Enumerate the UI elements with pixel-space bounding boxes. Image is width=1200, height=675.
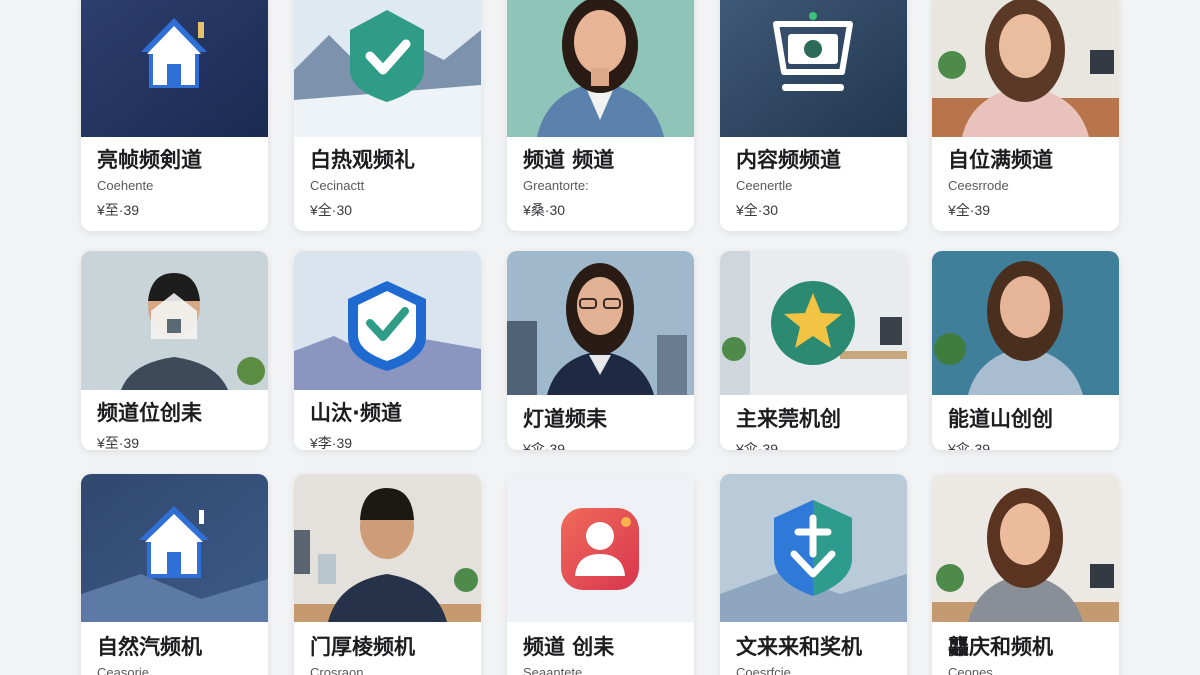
portrait-woman-photo [932, 251, 1119, 395]
card-price: ¥至·39 [97, 202, 140, 218]
portrait-woman-photo [932, 0, 1119, 137]
card-price: ¥至·39 [97, 435, 140, 450]
card-thumbnail [81, 474, 268, 622]
channel-card[interactable]: 自位满频道 Ceesrrode ¥全·39 [932, 0, 1119, 231]
card-title: 频道 频道 [523, 148, 615, 172]
checkmark-shield-icon [294, 0, 481, 137]
card-price: ¥伞·39 [523, 441, 566, 450]
card-title: 门厚棱频机 [310, 635, 415, 659]
card-price: ¥伞·39 [736, 441, 779, 450]
card-price: ¥伞·39 [948, 441, 991, 450]
card-title: 能道山创创 [948, 407, 1053, 431]
star-icon [720, 251, 907, 395]
channel-card[interactable]: 自然汽频机 Ceasorie [81, 474, 268, 675]
home-icon [81, 474, 268, 622]
channel-card[interactable]: 频道位创耒 ¥至·39 [81, 251, 268, 450]
portrait-man-photo [294, 474, 481, 622]
card-subtitle: Cecinactt [310, 178, 365, 193]
card-subtitle: Ceasorie [97, 665, 150, 675]
channel-card[interactable]: 白热观频礼 Cecinactt ¥全·30 [294, 0, 481, 231]
card-thumbnail [294, 474, 481, 622]
monitor-badge-icon [720, 0, 907, 137]
card-thumbnail [932, 251, 1119, 395]
card-thumbnail [81, 0, 268, 137]
card-thumbnail [932, 474, 1119, 622]
card-thumbnail [932, 0, 1119, 137]
home-icon [81, 0, 268, 137]
checkmark-shield-icon [294, 251, 481, 390]
card-title: 亮帧频剣道 [97, 148, 202, 172]
card-thumbnail [720, 0, 907, 137]
card-subtitle: Coehente [97, 178, 154, 193]
channel-card[interactable]: 能道山创创 ¥伞·39 [932, 251, 1119, 450]
download-shield-icon [720, 474, 907, 622]
card-thumbnail [294, 0, 481, 137]
card-title: 内容频频道 [736, 148, 841, 172]
card-title: 龘庆和频机 [948, 635, 1053, 659]
card-subtitle: Coesrfcie [736, 665, 791, 675]
card-title: 白热观频礼 [310, 148, 415, 172]
card-thumbnail [81, 251, 268, 390]
channel-card[interactable]: 内容频频道 Ceenertle ¥全·30 [720, 0, 907, 231]
card-subtitle: Ceenertle [736, 178, 793, 193]
channel-card[interactable]: 龘庆和频机 Ceones [932, 474, 1119, 675]
card-thumbnail [507, 474, 694, 622]
card-thumbnail [507, 251, 694, 395]
card-thumbnail [294, 251, 481, 390]
card-price: ¥全·30 [310, 202, 353, 218]
channel-card[interactable]: 山汰·频道 ¥李·39 [294, 251, 481, 450]
channel-card[interactable]: 灯道频耒 ¥伞·39 [507, 251, 694, 450]
user-icon [507, 474, 694, 622]
portrait-woman-photo [932, 474, 1119, 622]
channel-card[interactable]: 文来来和奖机 Coesrfcie [720, 474, 907, 675]
card-title: 自位满频道 [948, 148, 1053, 172]
card-thumbnail [507, 0, 694, 137]
card-thumbnail [720, 474, 907, 622]
channel-card[interactable]: 主来莞机创 ¥伞·39 [720, 251, 907, 450]
card-title: 频道 创耒 [523, 635, 615, 659]
channel-card[interactable]: 频道 创耒 Seaantete [507, 474, 694, 675]
card-subtitle: Ceones [948, 665, 993, 675]
card-title: 主来莞机创 [736, 407, 841, 431]
card-price: ¥全·39 [948, 202, 991, 218]
card-price: ¥桑·30 [523, 202, 566, 218]
portrait-woman-glasses-photo [507, 251, 694, 395]
portrait-man-home-icon [81, 251, 268, 390]
card-subtitle: Ceesrrode [948, 178, 1009, 193]
channel-card[interactable]: 频道 频道 Greantorte: ¥桑·30 [507, 0, 694, 231]
card-price: ¥全·30 [736, 202, 779, 218]
card-title: 自然汽频机 [97, 635, 202, 659]
card-title: 灯道频耒 [523, 407, 607, 431]
card-title: 文来来和奖机 [736, 635, 862, 659]
portrait-woman-photo [507, 0, 694, 137]
channel-card[interactable]: 亮帧频剣道 Coehente ¥至·39 [81, 0, 268, 231]
channel-card[interactable]: 门厚棱频机 Crosraon [294, 474, 481, 675]
card-subtitle: Seaantete [523, 665, 583, 675]
card-subtitle: Crosraon [310, 665, 364, 675]
card-title: 频道位创耒 [97, 401, 202, 425]
card-title: 山汰·频道 [310, 401, 402, 425]
card-subtitle: Greantorte: [523, 178, 589, 193]
card-thumbnail [720, 251, 907, 395]
card-price: ¥李·39 [310, 435, 353, 450]
